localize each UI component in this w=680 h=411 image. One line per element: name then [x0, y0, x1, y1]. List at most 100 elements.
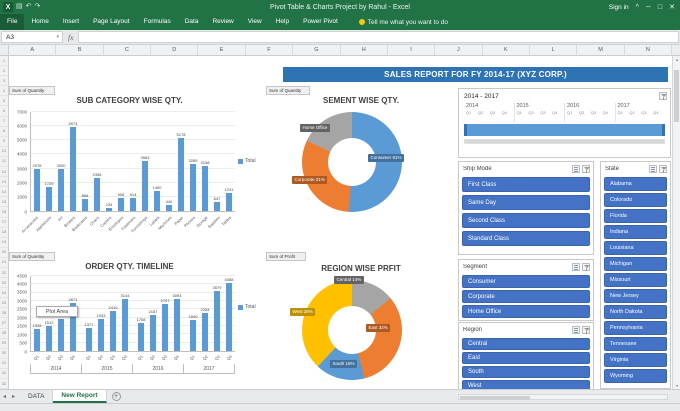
row-header-27[interactable]: 27	[0, 318, 8, 329]
name-box[interactable]: A3 ▾	[1, 31, 63, 43]
formula-input[interactable]	[78, 31, 679, 43]
row-header-19[interactable]: 19	[0, 238, 8, 248]
multi-select-icon[interactable]	[572, 325, 580, 334]
ribbon-tab-file[interactable]: File	[0, 14, 25, 30]
slicer-item-same-day[interactable]: Same Day	[462, 195, 590, 210]
row-header-16[interactable]: 16	[0, 207, 8, 218]
column-header-a[interactable]: A	[9, 45, 57, 55]
row-header-25[interactable]: 25	[0, 298, 8, 309]
column-header-n[interactable]: N	[625, 45, 673, 55]
bar-q4-11[interactable]	[173, 299, 181, 351]
slicer-item-new-jersey[interactable]: New Jersey	[604, 289, 667, 303]
tell-me-box[interactable]: Tell me what you want to do	[358, 19, 448, 26]
insert-function-icon[interactable]: fx	[63, 33, 78, 42]
segment-donut-chart[interactable]: Consumer 51% Corporate 31% Home Office	[292, 112, 405, 212]
slicer-item-michigan[interactable]: Michigan	[604, 257, 667, 271]
redo-icon[interactable]: ↷	[35, 2, 41, 12]
slicer-item-colorado[interactable]: Colorado	[604, 193, 667, 207]
pivot-field-button-quantity-3[interactable]: Sum of Quantity	[266, 86, 310, 95]
clear-filter-icon[interactable]	[582, 262, 590, 271]
slicer-item-north-dakota[interactable]: North Dakota	[604, 305, 667, 319]
timeline-quarter-2017-q2[interactable]: Q2	[629, 110, 641, 115]
timeline-scrollbar[interactable]	[464, 139, 665, 144]
bar-paper-12[interactable]	[177, 137, 185, 211]
row-header-32[interactable]: 32	[0, 369, 8, 379]
ribbon-tab-review[interactable]: Review	[205, 14, 240, 30]
multi-select-icon[interactable]	[649, 164, 657, 173]
pivot-field-button-quantity-1[interactable]: Sum of Quantity	[9, 86, 55, 95]
bar-q2-9[interactable]	[149, 314, 157, 351]
multi-select-icon[interactable]	[572, 164, 580, 173]
order-qty-timeline-chart[interactable]: ORDER QTY. TIMELINE 0 500 1000 1500 2000 2500…	[9, 262, 261, 388]
slicer-item-corporate[interactable]: Corporate	[462, 290, 590, 303]
slicer-item-second-class[interactable]: Second Class	[462, 213, 590, 228]
row-header-26[interactable]: 26	[0, 308, 8, 319]
bar-q4-15[interactable]	[225, 282, 233, 351]
column-header-d[interactable]: D	[151, 45, 199, 55]
bar-binders-3[interactable]	[69, 126, 77, 211]
row-header-11[interactable]: 11	[0, 157, 8, 168]
clear-filter-icon[interactable]	[659, 164, 667, 173]
bar-furnishings-9[interactable]	[141, 160, 149, 211]
horizontal-scrollbar[interactable]	[458, 394, 668, 400]
timeline-quarter-2017-q3[interactable]: Q3	[641, 110, 653, 115]
name-box-dropdown-icon[interactable]: ▾	[56, 34, 59, 40]
slicer-item-tennessee[interactable]: Tennessee	[604, 337, 667, 351]
row-header-12[interactable]: 12	[0, 167, 8, 178]
bar-envelopes-7[interactable]	[117, 198, 125, 211]
slicer-item-pennsylvania[interactable]: Pennsylvania	[604, 321, 667, 335]
timeline-quarter-2015-q2[interactable]: Q2	[528, 110, 540, 115]
row-header-33[interactable]: 33	[0, 379, 8, 389]
row-header-14[interactable]: 14	[0, 187, 8, 198]
bar-art-2[interactable]	[57, 168, 65, 211]
row-header-17[interactable]: 17	[0, 218, 8, 228]
timeline-quarter-2015-q4[interactable]: Q4	[552, 110, 564, 115]
maximize-button[interactable]: □	[658, 4, 662, 11]
timeline-quarter-2014-q3[interactable]: Q3	[490, 110, 502, 115]
row-header-23[interactable]: 23	[0, 278, 8, 289]
region-donut-chart[interactable]: Central 14% East 32% South 16% West 38%	[290, 276, 402, 380]
row-header-20[interactable]: 20	[0, 248, 8, 258]
column-header-f[interactable]: F	[246, 45, 294, 55]
clear-filter-icon[interactable]	[582, 325, 590, 334]
column-header-b[interactable]: B	[56, 45, 104, 55]
ribbon-display-options-icon[interactable]: ^	[636, 4, 639, 11]
sign-in-button[interactable]: Sign in	[609, 4, 629, 11]
vertical-scrollbar-thumb[interactable]	[674, 70, 679, 122]
slicer-item-florida[interactable]: Florida	[604, 209, 667, 223]
timeline-quarter-2016-q2[interactable]: Q2	[579, 110, 591, 115]
timeline-quarter-2016-q3[interactable]: Q3	[591, 110, 603, 115]
slicer-item-standard-class[interactable]: Standard Class	[462, 231, 590, 246]
bar-q1-12[interactable]	[189, 320, 197, 351]
row-header-6[interactable]: 6	[0, 106, 8, 117]
bar-q4-7[interactable]	[121, 298, 129, 351]
ribbon-tab-page-layout[interactable]: Page Layout	[86, 14, 137, 30]
column-header-l[interactable]: L	[530, 45, 578, 55]
add-sheet-button[interactable]: +	[111, 392, 121, 401]
bar-labels-10[interactable]	[153, 191, 161, 211]
bar-tables-16[interactable]	[225, 193, 233, 211]
row-header-31[interactable]: 31	[0, 359, 8, 369]
slicer-item-consumer[interactable]: Consumer	[462, 275, 590, 288]
bar-q3-6[interactable]	[109, 310, 117, 351]
bar-bookcases-4[interactable]	[81, 198, 89, 211]
column-header-g[interactable]: G	[293, 45, 341, 55]
ribbon-tab-help[interactable]: Help	[269, 14, 296, 30]
bar-appliances-1[interactable]	[45, 186, 53, 211]
timeline-scrollbar-thumb[interactable]	[465, 140, 664, 143]
row-header-7[interactable]: 7	[0, 117, 8, 127]
row-header-29[interactable]: 29	[0, 339, 8, 349]
bar-q1-8[interactable]	[137, 322, 145, 351]
sheet-tab-new-report[interactable]: New Report	[53, 390, 107, 403]
timeline-quarter-2016-q4[interactable]: Q4	[603, 110, 615, 115]
close-button[interactable]: ✕	[669, 3, 675, 11]
row-header-2[interactable]: 2	[0, 66, 8, 77]
slicer-item-west[interactable]: West	[462, 380, 590, 389]
slicer-item-louisiana[interactable]: Louisiana	[604, 241, 667, 255]
timeline-quarter-2014-q1[interactable]: Q1	[466, 110, 478, 115]
slicer-item-virginia[interactable]: Virginia	[604, 353, 667, 367]
slicer-item-first-class[interactable]: First Class	[462, 177, 590, 192]
undo-icon[interactable]: ↶	[26, 2, 32, 12]
timeline-quarter-2016-q1[interactable]: Q1	[567, 110, 579, 115]
column-header-m[interactable]: M	[577, 45, 625, 55]
